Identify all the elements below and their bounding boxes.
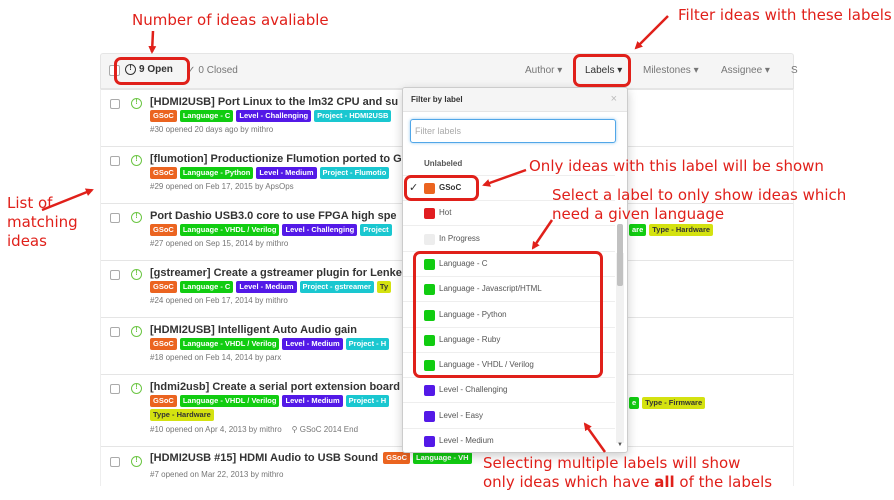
arrow-to-gsoc [482,168,527,187]
arrow-to-labels-filter [634,15,669,50]
arrow-to-languages [531,219,554,250]
arrow-to-levels [583,422,607,453]
arrow-to-count [148,30,157,54]
arrow-to-issue-list [41,188,94,212]
annotation-arrows [41,15,669,453]
